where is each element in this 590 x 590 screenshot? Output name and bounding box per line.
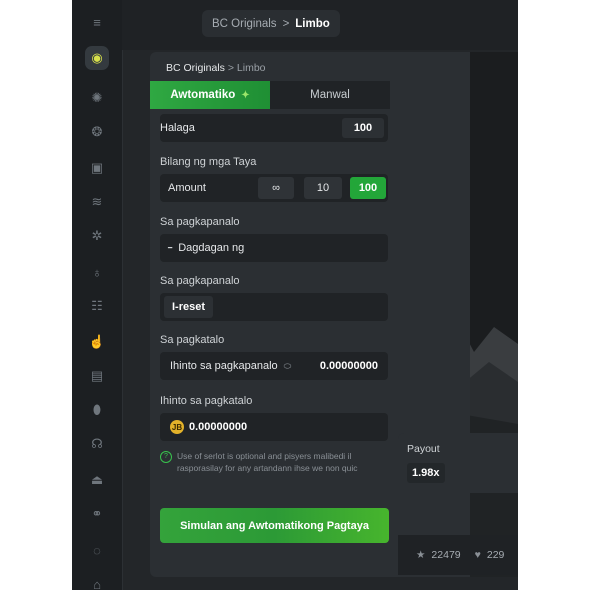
help-icon: ? <box>160 451 172 463</box>
support-icon[interactable]: ⌂ <box>87 574 107 590</box>
stop-on-win-label: Ihinto sa pagkapanalo <box>170 360 278 372</box>
promotions-icon[interactable]: ▤ <box>87 366 107 386</box>
bet-count-label: Bilang ng mga Taya <box>160 156 257 168</box>
live-icon[interactable]: ▣ <box>87 158 107 178</box>
game-stats: ★ 22479 ♥ 229 <box>398 535 518 575</box>
panel-breadcrumb: BC Originals > Limbo <box>166 62 266 74</box>
chat-icon[interactable]: ☊ <box>87 434 107 454</box>
start-autobet-button[interactable]: Simulan ang Awtomatikong Pagtaya <box>160 508 389 543</box>
app-window: ≡ ◉ ✺ ❂ ▣ ≋ ✲ ♁ ☷ ☝ ▤ ⬮ ☊ ⏏ ⚭ ◌ ⌂ BC Ori… <box>72 0 518 590</box>
panel-breadcrumb-separator: > <box>227 62 234 74</box>
info-note: ? Use of serlot is optional and pisyers … <box>160 450 388 474</box>
stop-on-loss-field[interactable]: JB 0.00000000 <box>160 413 388 441</box>
reset-field: I-reset <box>160 293 388 321</box>
halaga-field[interactable]: Halaga 100 <box>160 114 388 142</box>
breadcrumb-current: Limbo <box>295 17 330 30</box>
breadcrumb-top: BC Originals > Limbo <box>202 10 340 37</box>
favorites-count: 22479 <box>431 549 461 561</box>
reset-button[interactable]: I-reset <box>164 296 214 318</box>
on-loss-value: 0.00000000 <box>319 360 378 372</box>
racing-icon[interactable]: ✲ <box>87 226 107 246</box>
vip-icon[interactable]: ⬮ <box>87 400 107 420</box>
note-text: Use of serlot is optional and pisyers ma… <box>177 451 358 473</box>
panel-breadcrumb-parent[interactable]: BC Originals <box>166 62 225 74</box>
payout-box: Payout 1.98x <box>398 433 518 493</box>
loading-icon[interactable]: ◌ <box>87 540 107 560</box>
mode-tabs: Awtomatiko ✦ Manwal <box>150 81 390 109</box>
on-win-field[interactable]: ━ Dagdagan ng <box>160 234 388 262</box>
bet-count-field: Amount ∞ 10 100 <box>160 174 388 202</box>
slots-icon[interactable]: ✺ <box>87 88 107 108</box>
panel-breadcrumb-current: Limbo <box>236 62 266 74</box>
on-win-value: Dagdagan ng <box>178 242 245 254</box>
sports-icon[interactable]: ≋ <box>87 192 107 212</box>
share-icon[interactable]: ⚭ <box>87 504 107 524</box>
casino-icon[interactable]: ❂ <box>87 122 107 142</box>
bet-count-10[interactable]: 10 <box>304 177 342 199</box>
sparkle-icon: ✦ <box>241 89 250 101</box>
bet-count-100[interactable]: 100 <box>350 177 386 199</box>
bingo-icon[interactable]: ☷ <box>87 296 107 316</box>
bet-count-field-label: Amount <box>168 182 206 194</box>
hand-icon[interactable]: ☝ <box>87 332 107 352</box>
top-bar: BC Originals > Limbo <box>122 0 518 50</box>
lottery-icon[interactable]: ♁ <box>87 262 107 282</box>
payout-value[interactable]: 1.98x <box>407 463 445 483</box>
breadcrumb-parent[interactable]: BC Originals <box>212 18 277 30</box>
stop-on-loss-value: 0.00000000 <box>189 421 248 433</box>
heart-icon[interactable]: ♥ <box>475 549 481 561</box>
breadcrumb-separator: > <box>282 17 290 30</box>
star-icon[interactable]: ★ <box>416 549 425 561</box>
bar-icon: ━ <box>168 245 173 252</box>
bet-count-infinite[interactable]: ∞ <box>258 177 294 199</box>
payout-label: Payout <box>407 443 440 455</box>
jb-coin-icon: JB <box>170 420 184 434</box>
menu-icon[interactable]: ≡ <box>87 12 107 32</box>
originals-icon[interactable]: ◉ <box>85 46 109 70</box>
tab-awtomatiko[interactable]: Awtomatiko ✦ <box>150 81 270 109</box>
on-win-label: Sa pagkapanalo <box>160 216 240 228</box>
tab-manwal-label: Manwal <box>310 89 350 101</box>
on-loss-label: Sa pagkatalo <box>160 334 225 346</box>
info-icon: ⬭ <box>283 360 292 371</box>
tab-awtomatiko-label: Awtomatiko <box>170 89 236 101</box>
on-loss-field[interactable]: Ihinto sa pagkapanalo ⬭ 0.00000000 <box>160 352 388 380</box>
stop-on-loss-label: Ihinto sa pagkatalo <box>160 395 253 407</box>
rewards-icon[interactable]: ⏏ <box>87 470 107 490</box>
on-win-label-2: Sa pagkapanalo <box>160 275 240 287</box>
halaga-value[interactable]: 100 <box>342 118 384 138</box>
side-rail: ≡ ◉ ✺ ❂ ▣ ≋ ✲ ♁ ☷ ☝ ▤ ⬮ ☊ ⏏ ⚭ ◌ ⌂ <box>72 0 123 590</box>
bet-panel: BC Originals > Limbo Awtomatiko ✦ Manwal… <box>150 52 470 577</box>
halaga-label: Halaga <box>160 122 195 134</box>
likes-count: 229 <box>486 549 505 561</box>
tab-manwal[interactable]: Manwal <box>270 81 390 109</box>
